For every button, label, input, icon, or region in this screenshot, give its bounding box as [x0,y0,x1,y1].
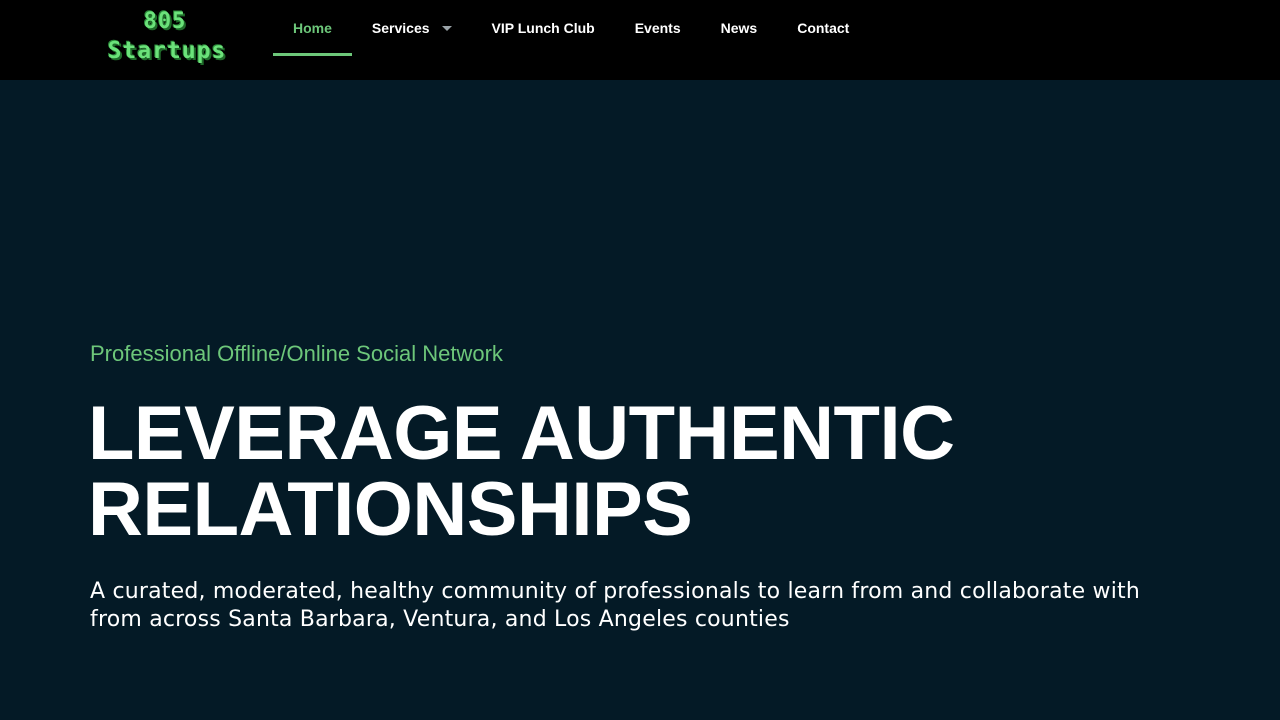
nav-item-contact[interactable]: Contact [777,0,869,56]
site-header: 805 Startups Home Services VIP Lunch Clu… [0,0,1280,80]
nav-item-label: VIP Lunch Club [491,20,595,36]
nav-item-home[interactable]: Home [273,0,352,56]
hero-subtitle: Professional Offline/Online Social Netwo… [90,341,503,366]
nav-item-label: Home [293,20,332,36]
nav-item-vip-lunch-club[interactable]: VIP Lunch Club [472,0,615,56]
caret-down-icon[interactable] [441,25,452,31]
hero-title: LEVERAGE AUTHENTIC RELATIONSHIPS [88,396,1088,548]
logo-line-2: Startups [107,38,227,64]
nav-item-news[interactable]: News [701,0,778,56]
nav-item-events[interactable]: Events [615,0,701,56]
hero-title-line-2: RELATIONSHIPS [88,467,693,552]
site-logo[interactable]: 805 Startups [92,8,242,70]
nav-item-label: Events [634,20,681,36]
hero-description: A curated, moderated, healthy community … [90,579,1141,632]
logo-line-1: 805 [143,9,187,34]
nav-item-label: Services [371,20,430,36]
nav-item-label: Contact [797,20,850,36]
hero-title-line-1: LEVERAGE AUTHENTIC [88,391,955,476]
nav-item-services[interactable]: Services [352,0,472,56]
main-nav: Home Services VIP Lunch Club Events News… [273,0,869,80]
nav-item-label: News [720,20,758,36]
